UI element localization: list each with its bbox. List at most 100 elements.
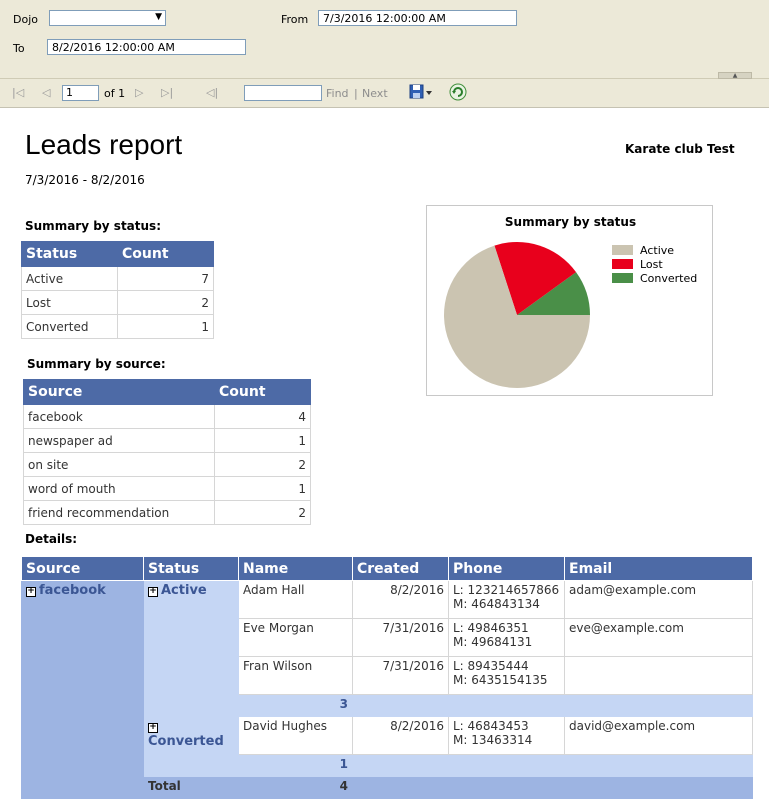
find-input[interactable] (244, 85, 322, 101)
table-row: + facebook + Active Adam Hall 8/2/2016 L: … (21, 580, 753, 799)
previous-page-icon[interactable]: ◁ (42, 86, 50, 99)
expand-icon[interactable]: + (148, 723, 158, 733)
back-icon[interactable]: ◁| (206, 86, 218, 99)
status-summary-title: Summary by status: (25, 219, 161, 233)
created-cell: 8/2/2016 (352, 580, 449, 619)
to-label: To (13, 42, 25, 55)
empty-cell (352, 776, 449, 799)
empty-cell (448, 776, 565, 799)
count-cell: 1 (214, 428, 311, 453)
legend-label: Converted (640, 271, 698, 285)
expand-icon[interactable]: + (148, 587, 158, 597)
legend-swatch (612, 273, 633, 283)
phone-cell: L: 89435444 M: 6435154135 (448, 656, 565, 695)
email-cell: eve@example.com (564, 618, 753, 657)
phone-landline: L: 46843453 (453, 719, 529, 733)
source-group-label: facebook (39, 583, 106, 598)
status-cell: Converted (21, 314, 118, 339)
find-separator: | (354, 87, 358, 100)
date-range: 7/3/2016 - 8/2/2016 (25, 173, 145, 187)
column-header: Status (21, 241, 118, 267)
empty-cell (448, 694, 565, 717)
column-header: Name (238, 556, 353, 581)
report-title: Leads report (25, 129, 183, 160)
table-row: Active 7 (21, 266, 214, 291)
column-header: Count (117, 241, 214, 267)
dojo-label: Dojo (13, 13, 38, 26)
chart-title: Summary by status (504, 215, 637, 229)
next-link[interactable]: Next (362, 87, 388, 100)
phone-cell: L: 46843453 M: 13463314 (448, 716, 565, 755)
legend-swatch (612, 259, 633, 269)
status-group-label: Active (161, 583, 207, 598)
column-header: Source (21, 556, 144, 581)
collapse-parameters-button[interactable]: ▲ (718, 72, 752, 79)
source-cell: friend recommendation (23, 500, 215, 525)
empty-cell (564, 754, 753, 777)
phone-mobile: M: 49684131 (453, 635, 533, 649)
table-row: word of mouth 1 (23, 476, 311, 501)
refresh-icon[interactable] (449, 83, 467, 104)
phone-landline: L: 49846351 (453, 621, 529, 635)
chart-legend: Active Lost Converted (612, 243, 697, 285)
phone-cell: L: 123214657866 M: 464843134 (448, 580, 565, 619)
status-summary-table: Status Count Active 7 Lost 2 Converted 1 (21, 241, 214, 339)
parameters-panel: Dojo ▼ From 7/3/2016 12:00:00 AM To 8/2/… (0, 0, 769, 79)
legend-item: Active (612, 243, 697, 257)
report-body: Leads report Karate club Test 7/3/2016 -… (0, 110, 769, 799)
email-cell: adam@example.com (564, 580, 753, 619)
count-cell: 2 (117, 290, 214, 315)
from-date-input[interactable]: 7/3/2016 12:00:00 AM (318, 10, 517, 26)
export-save-icon[interactable] (409, 83, 433, 104)
status-pie-chart: Summary by status Active Lost Converted (426, 205, 713, 396)
table-row: newspaper ad 1 (23, 428, 311, 453)
phone-landline: L: 89435444 (453, 659, 529, 673)
legend-label: Active (640, 243, 675, 257)
legend-item: Converted (612, 271, 697, 285)
table-row: friend recommendation 2 (23, 500, 311, 525)
source-cell: newspaper ad (23, 428, 215, 453)
last-page-icon[interactable]: ▷| (161, 86, 173, 99)
legend-item: Lost (612, 257, 697, 271)
status-group-label: Converted (148, 734, 224, 749)
report-toolbar: |◁ ◁ 1 of 1 ▷ ▷| ◁| Find | Next (0, 79, 769, 108)
email-cell: david@example.com (564, 716, 753, 755)
source-summary-title: Summary by source: (27, 357, 166, 371)
subtotal-cell: 3 (238, 694, 353, 717)
chevron-down-icon: ▼ (155, 12, 162, 22)
dojo-select[interactable]: ▼ (49, 10, 166, 26)
first-page-icon[interactable]: |◁ (12, 86, 24, 99)
count-cell: 2 (214, 500, 311, 525)
page-number-input[interactable]: 1 (62, 85, 99, 101)
empty-cell (352, 694, 449, 717)
table-row: facebook 4 (23, 404, 311, 429)
count-cell: 7 (117, 266, 214, 291)
expand-icon[interactable]: + (26, 587, 36, 597)
total-label: Total (143, 776, 239, 799)
column-header: Status (143, 556, 239, 581)
table-row: on site 2 (23, 452, 311, 477)
details-table: Source Status Name Created Phone Email +… (21, 556, 753, 799)
to-date-input[interactable]: 8/2/2016 12:00:00 AM (47, 39, 246, 55)
empty-cell (352, 754, 449, 777)
pie-chart-svg (444, 242, 590, 388)
name-cell: Eve Morgan (238, 618, 353, 657)
empty-cell (564, 694, 753, 717)
source-cell: on site (23, 452, 215, 477)
created-cell: 7/31/2016 (352, 656, 449, 695)
source-cell: facebook (23, 404, 215, 429)
source-cell: word of mouth (23, 476, 215, 501)
status-group-cell: + Active (143, 580, 239, 717)
find-link[interactable]: Find (326, 87, 349, 100)
legend-label: Lost (640, 257, 663, 271)
name-cell: David Hughes (238, 716, 353, 755)
created-cell: 8/2/2016 (352, 716, 449, 755)
created-cell: 7/31/2016 (352, 618, 449, 657)
next-page-icon[interactable]: ▷ (135, 86, 143, 99)
phone-mobile: M: 6435154135 (453, 673, 548, 687)
phone-landline: L: 123214657866 (453, 583, 560, 597)
column-header: Created (352, 556, 449, 581)
name-cell: Adam Hall (238, 580, 353, 619)
table-row: Converted 1 (21, 314, 214, 339)
source-group-cell: + facebook (21, 580, 144, 799)
